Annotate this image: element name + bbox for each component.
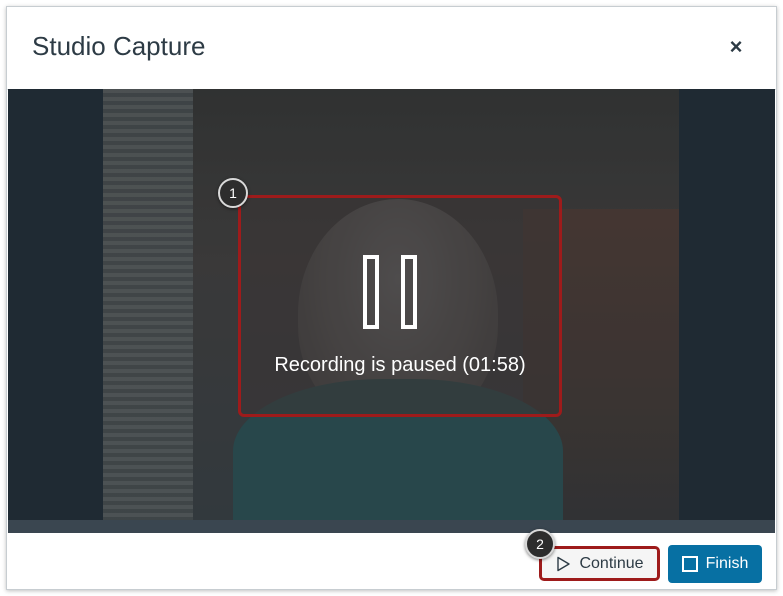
close-icon: ×: [729, 34, 743, 59]
paused-overlay[interactable]: Recording is paused (01:58): [238, 195, 562, 417]
video-bottom-bar: [8, 520, 775, 533]
play-icon: [557, 556, 571, 571]
dialog-footer: Continue Finish: [7, 533, 776, 589]
pause-bar-right: [401, 255, 417, 329]
callout-marker-1: 1: [218, 178, 248, 208]
pause-bar-left: [363, 255, 379, 329]
studio-capture-dialog: Studio Capture × Recording is paused (01…: [6, 6, 777, 590]
dialog-title: Studio Capture: [32, 31, 206, 61]
finish-button[interactable]: Finish: [668, 545, 762, 583]
continue-button[interactable]: Continue: [539, 546, 660, 581]
pause-icon: [363, 255, 427, 335]
recording-status-text: Recording is paused (01:58): [274, 354, 526, 376]
close-button[interactable]: ×: [724, 35, 748, 59]
callout-marker-2: 2: [525, 529, 555, 559]
continue-label: Continue: [579, 554, 644, 572]
finish-label: Finish: [705, 555, 749, 572]
stop-icon: [681, 556, 698, 572]
video-preview: Recording is paused (01:58) 1: [8, 89, 775, 533]
dialog-header: Studio Capture ×: [7, 7, 776, 90]
